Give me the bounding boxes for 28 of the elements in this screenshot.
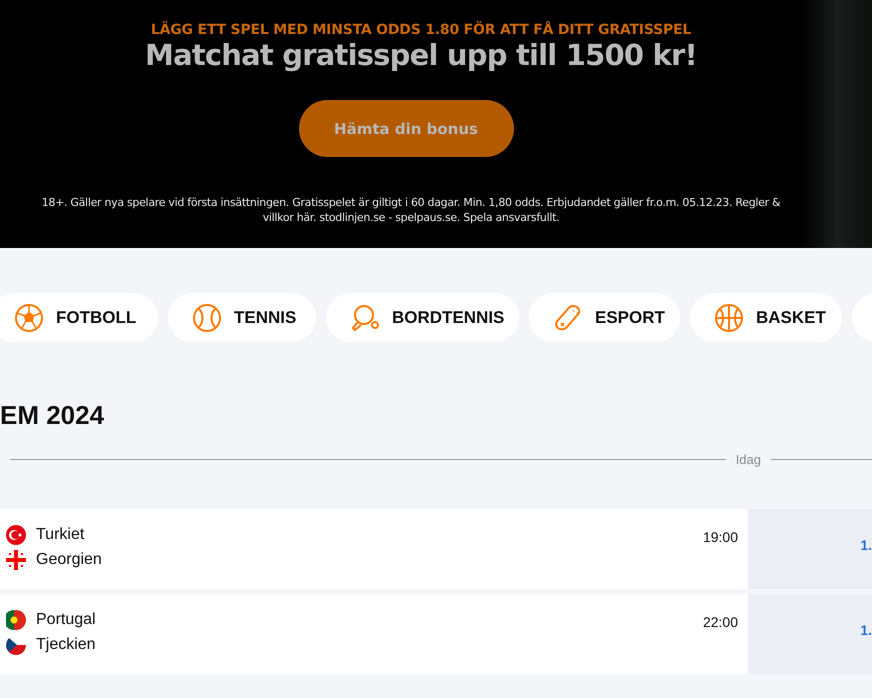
- tennis-ball-icon: [192, 302, 222, 332]
- match-time: 19:00: [702, 529, 738, 547]
- flag-icon: [6, 635, 26, 655]
- promo-headline: Matchat gratisspel upp till 1500 kr!: [145, 38, 697, 72]
- promo-kicker: LÄGG ETT SPEL MED MINSTA ODDS 1.80 FÖR ATT FÅ DITT GRATISSPEL: [150, 22, 692, 38]
- sport-tab[interactable]: FOTBOLL: [0, 293, 158, 342]
- match-time: 22:00: [702, 614, 738, 632]
- day-label: Idag: [736, 452, 761, 467]
- flag-icon: [6, 525, 26, 545]
- paddle-icon: [350, 302, 380, 332]
- team-name: Georgien: [36, 551, 102, 569]
- sport-tab[interactable]: BORDTENNIS: [326, 293, 519, 342]
- team-name: Portugal: [36, 611, 96, 629]
- match-card[interactable]: Turkiet Georgien 19:00: [0, 509, 748, 589]
- match-card[interactable]: Portugal Tjeckien 22:00: [0, 594, 748, 674]
- team-name: Tjeckien: [36, 636, 96, 654]
- soccer-ball-icon: [14, 302, 44, 332]
- flag-icon: [6, 550, 26, 570]
- odds-button[interactable]: 1.: [748, 594, 872, 674]
- sport-tab[interactable]: ESPORT: [529, 293, 680, 342]
- team-name: Turkiet: [36, 526, 84, 544]
- terms-text: 18+. Gäller nya spelare vid första insättningen. Gratisspelet är giltigt i 60 dagar. Min. 1,80 odds. Erbjudandet gäller fr.o.m. 05.12.23. Regler & villkor här. stodlinjen.se - spelpaus.se. Spela ansvarsfullt.: [40, 195, 782, 225]
- section-title: EM 2024: [0, 400, 106, 431]
- sport-tab[interactable]: TENNIS: [168, 293, 316, 342]
- odds-button[interactable]: 1.: [748, 509, 872, 589]
- sport-tab[interactable]: BASKET: [690, 293, 842, 342]
- flag-icon: [6, 610, 26, 630]
- basketball-icon: [714, 302, 744, 332]
